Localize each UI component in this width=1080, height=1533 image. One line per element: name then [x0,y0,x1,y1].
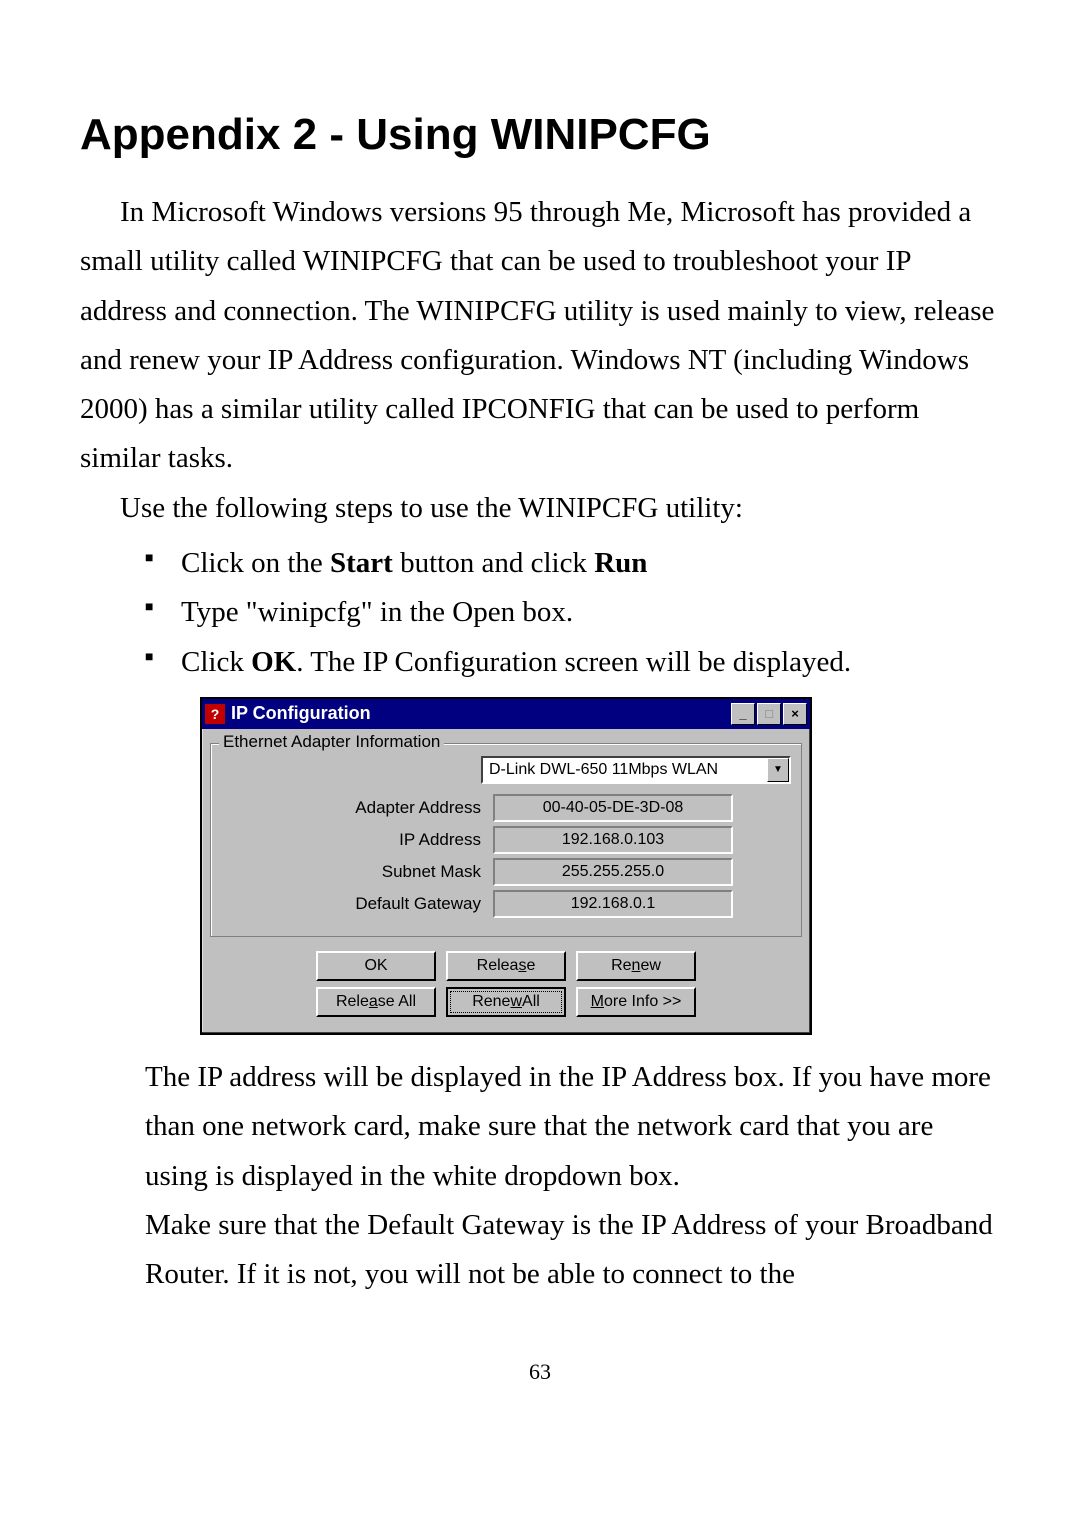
titlebar: ? IP Configuration _ □ × [202,699,810,729]
list-item: Click on the Start button and click Run [145,539,1000,588]
bold-start: Start [330,547,393,579]
page-heading: Appendix 2 - Using WINIPCFG [80,110,1000,160]
screenshot-ipconfig: ? IP Configuration _ □ × Ethernet Adapte… [200,697,1000,1035]
maximize-button: □ [757,703,781,725]
label-default-gateway: Default Gateway [221,894,493,914]
list-item: Click OK. The IP Configuration screen wi… [145,638,1000,687]
steps-list: Click on the Start button and click Run … [145,539,1000,687]
bold-ok: OK [251,646,296,678]
label-ip-address: IP Address [221,830,493,850]
label-adapter-address: Adapter Address [221,798,493,818]
renew-all-button[interactable]: Renew All [446,987,566,1017]
adapter-dropdown[interactable]: D-Link DWL-650 11Mbps WLAN ▼ [481,756,791,784]
chevron-down-icon[interactable]: ▼ [767,758,789,782]
text: . The IP Configuration screen will be di… [296,646,851,678]
value-adapter-address: 00-40-05-DE-3D-08 [493,794,733,822]
minimize-button[interactable]: _ [731,703,755,725]
text: button and click [393,547,594,579]
adapter-dropdown-value: D-Link DWL-650 11Mbps WLAN [489,761,718,779]
ok-button[interactable]: OK [316,951,436,981]
value-ip-address: 192.168.0.103 [493,826,733,854]
window-ip-configuration: ? IP Configuration _ □ × Ethernet Adapte… [200,697,812,1035]
paragraph-intro: In Microsoft Windows versions 95 through… [80,188,1000,484]
close-button[interactable]: × [783,703,807,725]
list-item: Type "winipcfg" in the Open box. [145,588,1000,637]
label-subnet-mask: Subnet Mask [221,862,493,882]
release-button[interactable]: Release [446,951,566,981]
paragraph-after-1: The IP address will be displayed in the … [145,1053,1000,1201]
value-default-gateway: 192.168.0.1 [493,890,733,918]
page-number: 63 [80,1359,1000,1385]
release-all-button[interactable]: Release All [316,987,436,1017]
groupbox-legend: Ethernet Adapter Information [219,732,444,752]
text: Click [181,646,251,678]
window-title: IP Configuration [231,703,731,724]
value-subnet-mask: 255.255.255.0 [493,858,733,886]
renew-button[interactable]: Renew [576,951,696,981]
groupbox-adapter-info: Ethernet Adapter Information D-Link DWL-… [210,743,802,937]
paragraph-steps-lead: Use the following steps to use the WINIP… [80,484,1000,533]
paragraph-after-2: Make sure that the Default Gateway is th… [145,1201,1000,1300]
bold-run: Run [594,547,647,579]
text: Click on the [181,547,330,579]
more-info-button[interactable]: More Info >> [576,987,696,1017]
system-menu-icon[interactable]: ? [205,704,225,724]
